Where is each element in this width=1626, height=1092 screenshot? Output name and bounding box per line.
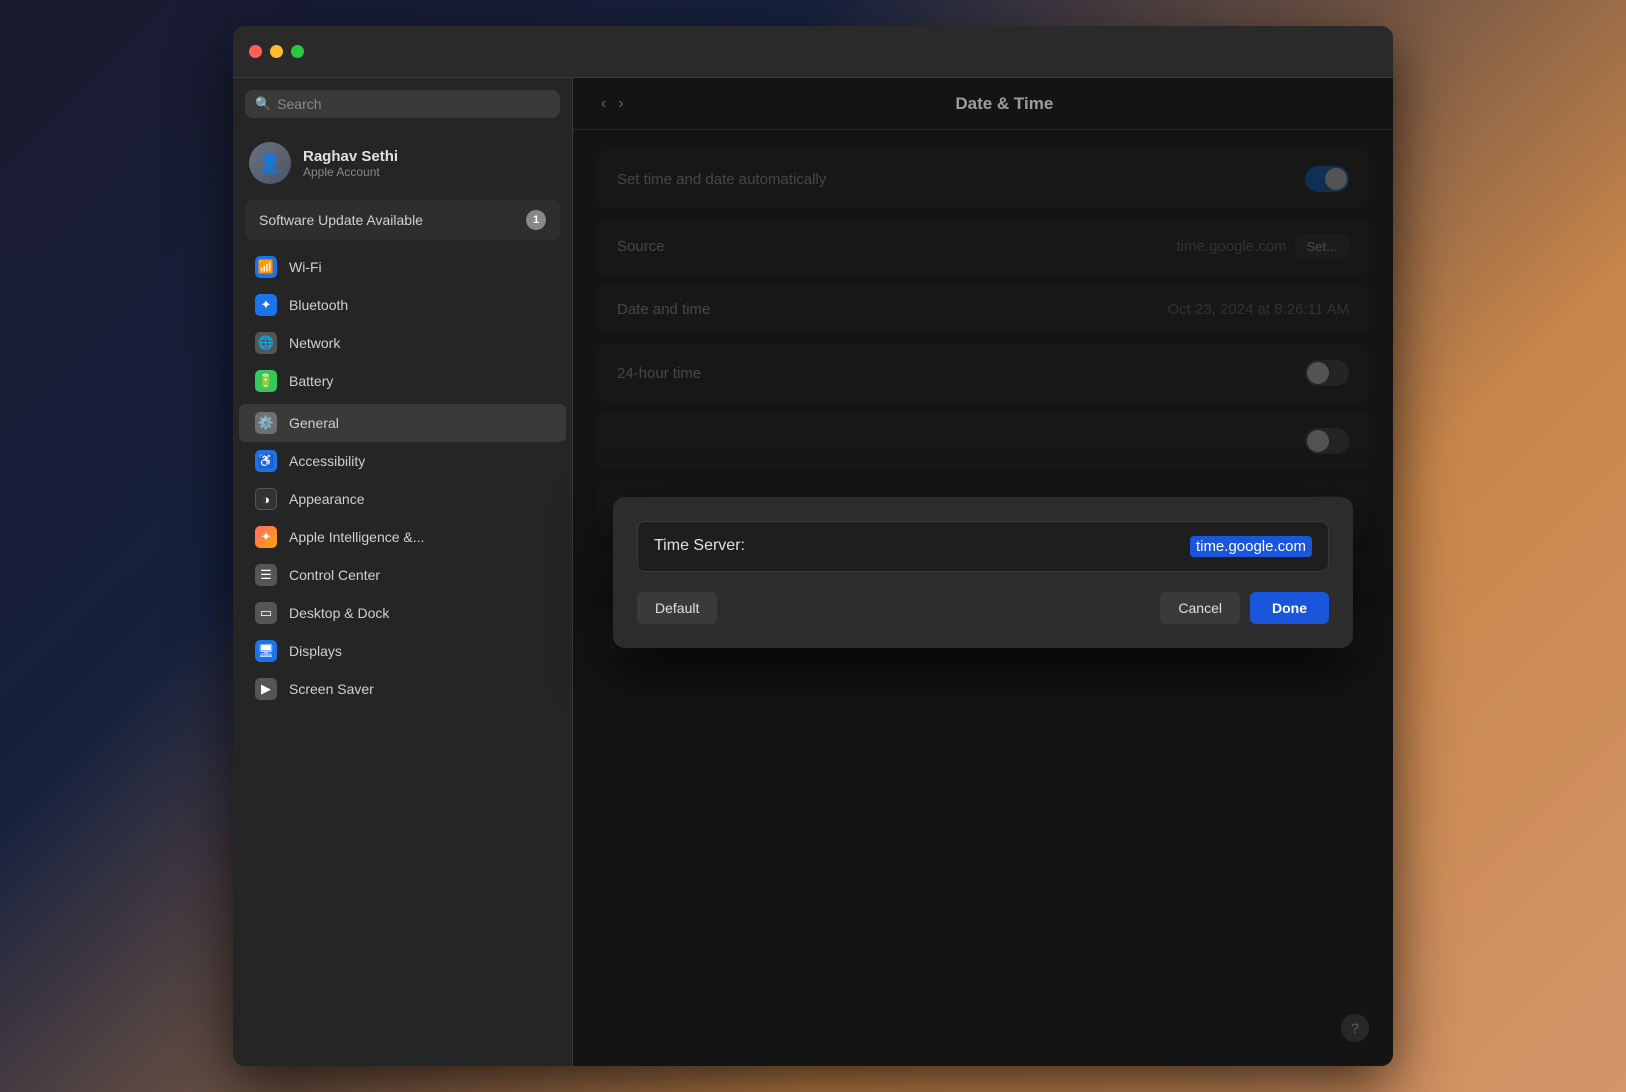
- software-update-label: Software Update Available: [259, 211, 423, 229]
- wifi-icon: 📶: [255, 256, 277, 278]
- user-info: Raghav Sethi Apple Account: [303, 148, 398, 179]
- sidebar-item-label-bluetooth: Bluetooth: [289, 297, 348, 313]
- appearance-icon: ◑: [255, 488, 277, 510]
- close-button[interactable]: [249, 45, 262, 58]
- dialog-input-row: Time Server: time.google.com: [637, 521, 1329, 572]
- main-window: 🔍 Search 👤 Raghav Sethi Apple Account So…: [233, 26, 1393, 1066]
- sidebar-item-label-ai: Apple Intelligence &...: [289, 529, 424, 545]
- done-button[interactable]: Done: [1250, 592, 1329, 624]
- sidebar-item-screensaver[interactable]: ▶ Screen Saver: [239, 670, 566, 708]
- general-icon: ⚙️: [255, 412, 277, 434]
- ai-icon: ✦: [255, 526, 277, 548]
- sidebar-item-ai[interactable]: ✦ Apple Intelligence &...: [239, 518, 566, 556]
- user-section[interactable]: 👤 Raghav Sethi Apple Account: [233, 134, 572, 200]
- sidebar-item-desktop-dock[interactable]: ▭ Desktop & Dock: [239, 594, 566, 632]
- sidebar-item-label-desktop-dock: Desktop & Dock: [289, 605, 389, 621]
- sidebar-item-label-screensaver: Screen Saver: [289, 681, 374, 697]
- sidebar-item-label-displays: Displays: [289, 643, 342, 659]
- sidebar-item-accessibility[interactable]: ♿ Accessibility: [239, 442, 566, 480]
- sidebar-item-label-control-center: Control Center: [289, 567, 380, 583]
- dialog-btn-right: Cancel Done: [1160, 592, 1329, 624]
- desktop-dock-icon: ▭: [255, 602, 277, 624]
- user-name: Raghav Sethi: [303, 148, 398, 165]
- dialog-input-value[interactable]: time.google.com: [1190, 536, 1312, 557]
- update-badge: 1: [526, 210, 546, 230]
- user-subtitle: Apple Account: [303, 165, 398, 179]
- sidebar-item-label-accessibility: Accessibility: [289, 453, 365, 469]
- sidebar-item-label-appearance: Appearance: [289, 491, 365, 507]
- dialog-buttons: Default Cancel Done: [637, 592, 1329, 624]
- accessibility-icon: ♿: [255, 450, 277, 472]
- sidebar-item-wifi[interactable]: 📶 Wi-Fi: [239, 248, 566, 286]
- sidebar-section-system: ⚙️ General ♿ Accessibility ◑ Appearance …: [233, 404, 572, 708]
- cancel-button[interactable]: Cancel: [1160, 592, 1240, 624]
- dialog-overlay: Time Server: time.google.com Default Can…: [573, 78, 1393, 1066]
- sidebar-item-general[interactable]: ⚙️ General: [239, 404, 566, 442]
- search-icon: 🔍: [255, 96, 271, 112]
- control-center-icon: ☰: [255, 564, 277, 586]
- search-input[interactable]: Search: [277, 96, 321, 112]
- bluetooth-icon: ✦: [255, 294, 277, 316]
- dialog-input[interactable]: time.google.com: [757, 536, 1312, 557]
- main-panel: ‹ › Date & Time Set time and date automa…: [573, 78, 1393, 1066]
- sidebar-item-label-battery: Battery: [289, 373, 333, 389]
- minimize-button[interactable]: [270, 45, 283, 58]
- screensaver-icon: ▶: [255, 678, 277, 700]
- time-server-dialog: Time Server: time.google.com Default Can…: [613, 497, 1353, 648]
- sidebar-item-displays[interactable]: 🖥 Displays: [239, 632, 566, 670]
- sidebar-item-label-wifi: Wi-Fi: [289, 259, 322, 275]
- sidebar-item-battery[interactable]: 🔋 Battery: [239, 362, 566, 400]
- avatar: 👤: [249, 142, 291, 184]
- sidebar: 🔍 Search 👤 Raghav Sethi Apple Account So…: [233, 78, 573, 1066]
- main-content: 🔍 Search 👤 Raghav Sethi Apple Account So…: [233, 78, 1393, 1066]
- sidebar-item-label-general: General: [289, 415, 339, 431]
- sidebar-item-control-center[interactable]: ☰ Control Center: [239, 556, 566, 594]
- battery-icon: 🔋: [255, 370, 277, 392]
- traffic-lights: [249, 45, 304, 58]
- sidebar-item-network[interactable]: 🌐 Network: [239, 324, 566, 362]
- maximize-button[interactable]: [291, 45, 304, 58]
- network-icon: 🌐: [255, 332, 277, 354]
- dialog-label: Time Server:: [654, 537, 745, 555]
- search-bar[interactable]: 🔍 Search: [245, 90, 560, 118]
- software-update-item[interactable]: Software Update Available 1: [245, 200, 560, 240]
- avatar-image: 👤: [249, 142, 291, 184]
- sidebar-item-appearance[interactable]: ◑ Appearance: [239, 480, 566, 518]
- titlebar: [233, 26, 1393, 78]
- sidebar-item-bluetooth[interactable]: ✦ Bluetooth: [239, 286, 566, 324]
- sidebar-item-label-network: Network: [289, 335, 340, 351]
- displays-icon: 🖥: [255, 640, 277, 662]
- sidebar-section-network: 📶 Wi-Fi ✦ Bluetooth 🌐 Network 🔋 Battery: [233, 248, 572, 400]
- default-button[interactable]: Default: [637, 592, 717, 624]
